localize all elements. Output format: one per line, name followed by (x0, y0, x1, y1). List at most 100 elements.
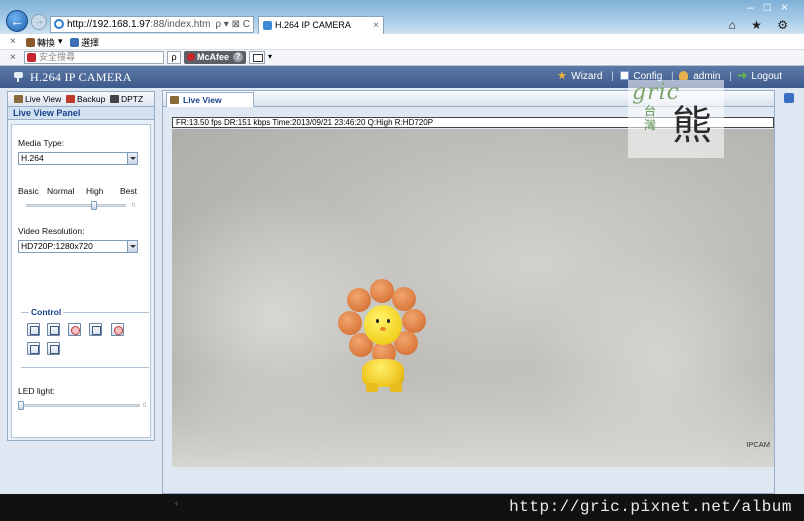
led-slider-thumb[interactable] (18, 401, 24, 410)
help-icon[interactable]: ? (233, 52, 243, 62)
led-slider-end: 0 (143, 403, 147, 409)
tab-title: H.264 IP CAMERA (275, 20, 351, 30)
chevron-down-icon[interactable] (127, 241, 137, 252)
live-view-icon (14, 95, 23, 103)
flip-button[interactable] (27, 342, 40, 355)
app-title: H.264 IP CAMERA (30, 70, 132, 84)
mute-button[interactable] (89, 323, 102, 336)
toolbar2-close-icon[interactable]: × (10, 52, 16, 63)
wizard-link[interactable]: Wizard (571, 71, 602, 82)
dptz-icon (110, 95, 119, 103)
quality-basic-label: Basic (18, 186, 39, 196)
tab-label: Live View (25, 94, 62, 104)
separator: | (729, 71, 732, 82)
led-slider-track[interactable] (18, 404, 140, 407)
live-view-panel-body: Media Type: H.264 Basic Normal High Best… (11, 124, 151, 438)
quality-slider-thumb[interactable] (91, 201, 97, 210)
toy-beak (380, 327, 386, 331)
watermark-bear: 熊 (672, 104, 712, 148)
maximize-button[interactable]: □ (764, 0, 781, 14)
address-tools[interactable]: ρ ▾ ⊠ C (215, 17, 250, 32)
mcafee-button[interactable]: McAfee ? (184, 51, 246, 64)
toolbar-close-icon[interactable]: × (10, 36, 16, 47)
control-legend: Control (29, 307, 64, 317)
mcafee-logo-icon (187, 53, 195, 61)
address-bar[interactable]: http://192.168.1.97:88/index.htm ρ ▾ ⊠ C (50, 16, 254, 33)
media-type-select[interactable]: H.264 (18, 152, 138, 165)
logout-link[interactable]: Logout (751, 71, 782, 82)
convert-label: 轉換 (37, 38, 56, 48)
tab-label: Backup (77, 94, 106, 104)
left-tabbar: Live View Backup DPTZ (8, 92, 154, 107)
media-type-value: H.264 (21, 153, 44, 163)
cloth-floor (172, 369, 774, 467)
tab-dptz[interactable]: DPTZ (110, 94, 143, 104)
close-button[interactable]: × (781, 0, 798, 14)
panel-title: Live View Panel (8, 107, 154, 120)
tab-backup[interactable]: Backup (66, 94, 105, 104)
record-button[interactable] (68, 323, 81, 336)
video-resolution-select[interactable]: HD720P:1280x720 (18, 240, 138, 253)
left-panel: Live View Backup DPTZ Live View Panel Me… (7, 91, 155, 441)
window-controls: –□× (747, 0, 798, 14)
quality-normal-label: Normal (47, 186, 75, 196)
convert-icon (26, 38, 35, 47)
watermark-taiwan: 台灣 (644, 104, 657, 132)
mirror-button[interactable] (47, 342, 60, 355)
video-resolution-label: Video Resolution: (18, 226, 85, 236)
translate-toolbar: × 轉換 ▾ 選擇 (0, 34, 804, 50)
select-icon (70, 38, 79, 47)
minimize-button[interactable]: – (747, 0, 764, 14)
talk-button[interactable] (111, 323, 124, 336)
tab-close-icon[interactable]: × (373, 17, 379, 34)
logout-icon (737, 71, 747, 80)
convert-button[interactable]: 轉換 (26, 36, 55, 49)
browser-titlebar: ← → http://192.168.1.97:88/index.htm ρ ▾… (0, 0, 804, 34)
media-type-label: Media Type: (18, 138, 65, 148)
tab-live-view[interactable]: Live View (14, 94, 61, 104)
scroll-left-icon[interactable]: ‹ (175, 498, 178, 508)
toy-leg (390, 383, 402, 392)
quality-high-label: High (86, 186, 104, 196)
chevron-down-icon[interactable] (127, 153, 137, 164)
footer-url: http://gric.pixnet.net/album (509, 498, 792, 516)
quality-slider-track[interactable] (26, 204, 126, 207)
quality-best-label: Best (120, 186, 138, 196)
backup-icon (66, 95, 75, 103)
tab-favicon-icon (263, 21, 272, 30)
mane-petal (338, 311, 362, 335)
tab-live-view-main[interactable]: Live View (166, 92, 254, 107)
picture-dropdown-icon[interactable]: ▾ (268, 52, 272, 61)
video-stream[interactable]: IPCAM (172, 129, 774, 467)
wizard-icon (557, 71, 567, 80)
mane-petal (392, 287, 416, 311)
mcafee-toolbar: × 安全搜尋 ρ McAfee ? ▾ (0, 50, 804, 66)
select-button[interactable]: 選擇 (70, 36, 99, 49)
admin-user-icon (679, 71, 689, 80)
select-label: 選擇 (81, 38, 100, 48)
refresh-icon[interactable] (784, 93, 794, 103)
secure-search-input[interactable]: 安全搜尋 (24, 51, 164, 64)
ie-icon (54, 19, 64, 29)
toy-eye (376, 319, 379, 323)
lion-toy-image (332, 279, 432, 399)
live-view-icon (170, 96, 179, 104)
mcafee-label: McAfee (197, 52, 230, 62)
separator: | (611, 71, 614, 82)
fullscreen-button[interactable] (47, 323, 60, 336)
back-button[interactable]: ← (6, 10, 28, 32)
control-group: Control (21, 307, 149, 368)
convert-dropdown-icon[interactable]: ▾ (58, 36, 63, 47)
address-path: :88/index.htm (150, 19, 211, 30)
watermark: gric 台灣 熊 (628, 80, 724, 158)
camera-name-overlay: IPCAM (746, 440, 770, 449)
snapshot-button[interactable] (27, 323, 40, 336)
search-icon[interactable]: ρ (167, 51, 181, 64)
picture-icon[interactable] (249, 51, 265, 64)
browser-tab[interactable]: H.264 IP CAMERA × (258, 16, 384, 34)
home-favorites-settings-icons[interactable]: ⌂ ★ ⚙ (729, 18, 794, 32)
camera-logo-icon (12, 70, 24, 82)
address-host: http://192.168.1.97 (67, 19, 151, 30)
forward-button[interactable]: → (31, 14, 47, 30)
tab-label: DPTZ (121, 94, 144, 104)
